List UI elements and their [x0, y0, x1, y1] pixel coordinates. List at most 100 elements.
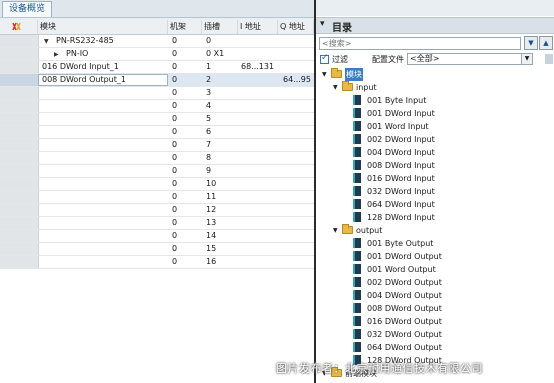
slot-value: 11 [206, 192, 217, 201]
expand-down-icon[interactable]: ▼ [322, 68, 327, 81]
table-row[interactable]: 08 [0, 152, 314, 165]
rack-value: 0 [172, 192, 178, 201]
expand-down-icon[interactable]: ▼ [333, 224, 338, 237]
module-icon [353, 173, 361, 183]
rack-value: 0 [172, 88, 178, 97]
slot-value: 0 [206, 36, 212, 45]
table-row[interactable]: 07 [0, 139, 314, 152]
module-icon [353, 199, 361, 209]
table-body: ▼ PN-RS232-485 0 0 ▶ PN-IO 0 0 X1 016 DWord Inpu… [0, 35, 314, 383]
rack-value: 0 [172, 244, 178, 253]
device-overview-panel: 设备概览 模块 机架 插槽 I 地址 Q 地址 ▼ PN-RS232-485 0 0 ▶… [0, 0, 314, 383]
row-gutter [0, 217, 39, 229]
expand-down-icon[interactable]: ▼ [333, 81, 338, 94]
tree-item-label: 001 Byte Output [367, 239, 434, 248]
tree-item-label: 001 Word Input [367, 122, 429, 131]
table-row[interactable]: 008 DWord Output_1 0 2 64...95 [0, 74, 314, 87]
slot-value: 16 [206, 257, 217, 266]
header-module[interactable]: 模块 [38, 20, 168, 34]
table-row[interactable]: ▼ PN-RS232-485 0 0 [0, 35, 314, 48]
slot-value: 1 [206, 62, 212, 71]
header-slot[interactable]: 插槽 [202, 20, 238, 34]
header-q-address[interactable]: Q 地址 [278, 20, 314, 34]
catalog-panel: ▾ 目录 ▼ ▲ 过滤 配置文件 <全部> ▼ ▼ 模块 ▼ input 001 Byt… [316, 0, 554, 383]
collapse-icon[interactable]: ▾ [320, 19, 325, 29]
search-down-button[interactable]: ▼ [524, 36, 538, 50]
module-icon [353, 264, 361, 274]
table-row[interactable]: 09 [0, 165, 314, 178]
tree-item-label: 016 DWord Output [367, 317, 442, 326]
table-row[interactable]: 0 16 [0, 256, 314, 269]
i-address-value: 68...131 [241, 62, 275, 71]
tree-item-label: 008 DWord Input [367, 161, 435, 170]
device-overview-table: 模块 机架 插槽 I 地址 Q 地址 ▼ PN-RS232-485 0 0 ▶ PN-IO… [0, 20, 314, 383]
rack-value: 0 [172, 127, 178, 136]
table-row[interactable]: 0 12 [0, 204, 314, 217]
profile-value: <全部> [410, 54, 440, 63]
table-row[interactable]: 0 11 [0, 191, 314, 204]
module-icon [353, 108, 361, 118]
tree-item-label: 032 DWord Output [367, 330, 442, 339]
table-row[interactable]: 06 [0, 126, 314, 139]
module-icon [353, 277, 361, 287]
header-i-address[interactable]: I 地址 [238, 20, 278, 34]
module-icon [353, 238, 361, 248]
catalog-side-icon[interactable] [545, 54, 553, 64]
module-icon [353, 212, 361, 222]
module-icon [353, 160, 361, 170]
expand-down-icon[interactable]: ▼ [44, 35, 54, 47]
tree-item-label: output [356, 226, 383, 235]
rack-value: 0 [172, 101, 178, 110]
tree-item-label: 模块 [345, 68, 363, 81]
search-up-button[interactable]: ▲ [539, 36, 553, 50]
slot-value: 0 X1 [206, 49, 225, 58]
tree-item-label: 016 DWord Input [367, 174, 435, 183]
module-icon [353, 290, 361, 300]
table-row[interactable]: 0 15 [0, 243, 314, 256]
module-icon [353, 316, 361, 326]
module-icon [353, 121, 361, 131]
expand-right-icon[interactable]: ▶ [54, 48, 64, 60]
table-row[interactable]: 0 13 [0, 217, 314, 230]
slot-value: 14 [206, 231, 217, 240]
profile-dropdown[interactable]: <全部> ▼ [407, 53, 533, 65]
table-row[interactable]: 03 [0, 87, 314, 100]
slot-value: 5 [206, 114, 212, 123]
tab-device-overview[interactable]: 设备概览 [2, 1, 53, 17]
profile-label: 配置文件 [372, 55, 404, 64]
tree-item-label: 032 DWord Input [367, 187, 435, 196]
row-gutter [0, 113, 39, 125]
slot-value: 3 [206, 88, 212, 97]
slot-value: 9 [206, 166, 212, 175]
table-row[interactable]: 05 [0, 113, 314, 126]
catalog-tree: ▼ 模块 ▼ input 001 Byte Input 001 DWord Input 00… [316, 68, 554, 383]
table-row[interactable]: 0 14 [0, 230, 314, 243]
rack-value: 0 [172, 62, 178, 71]
table-row[interactable]: ▶ PN-IO 0 0 X1 [0, 48, 314, 61]
catalog-search-input[interactable] [319, 37, 521, 50]
header-icons-cell [0, 20, 38, 34]
row-gutter [0, 165, 39, 177]
module-name: 008 DWord Output_1 [42, 75, 126, 84]
slot-value: 7 [206, 140, 212, 149]
table-row[interactable]: 0 10 [0, 178, 314, 191]
publisher-watermark: 图片发布者：北京耐用通信技术有限公司 [276, 362, 483, 375]
tab-bar: 设备概览 [0, 0, 314, 18]
tree-item-label: 004 DWord Output [367, 291, 442, 300]
catalog-header: ▾ 目录 [316, 17, 554, 34]
rack-value: 0 [172, 166, 178, 175]
filter-checkbox[interactable] [320, 53, 329, 64]
rack-value: 0 [172, 36, 178, 45]
table-row[interactable]: 016 DWord Input_1 0 1 68...131 [0, 61, 314, 74]
rack-value: 0 [172, 114, 178, 123]
header-rack[interactable]: 机架 [168, 20, 202, 34]
folder-icon [331, 68, 342, 78]
rack-value: 0 [172, 140, 178, 149]
rack-value: 0 [172, 218, 178, 227]
tree-item-label: 001 DWord Input [367, 109, 435, 118]
module-icon [353, 186, 361, 196]
rack-value: 0 [172, 257, 178, 266]
filter-label: 过滤 [332, 55, 348, 64]
table-row[interactable]: 04 [0, 100, 314, 113]
chevron-down-icon: ▼ [521, 54, 532, 64]
